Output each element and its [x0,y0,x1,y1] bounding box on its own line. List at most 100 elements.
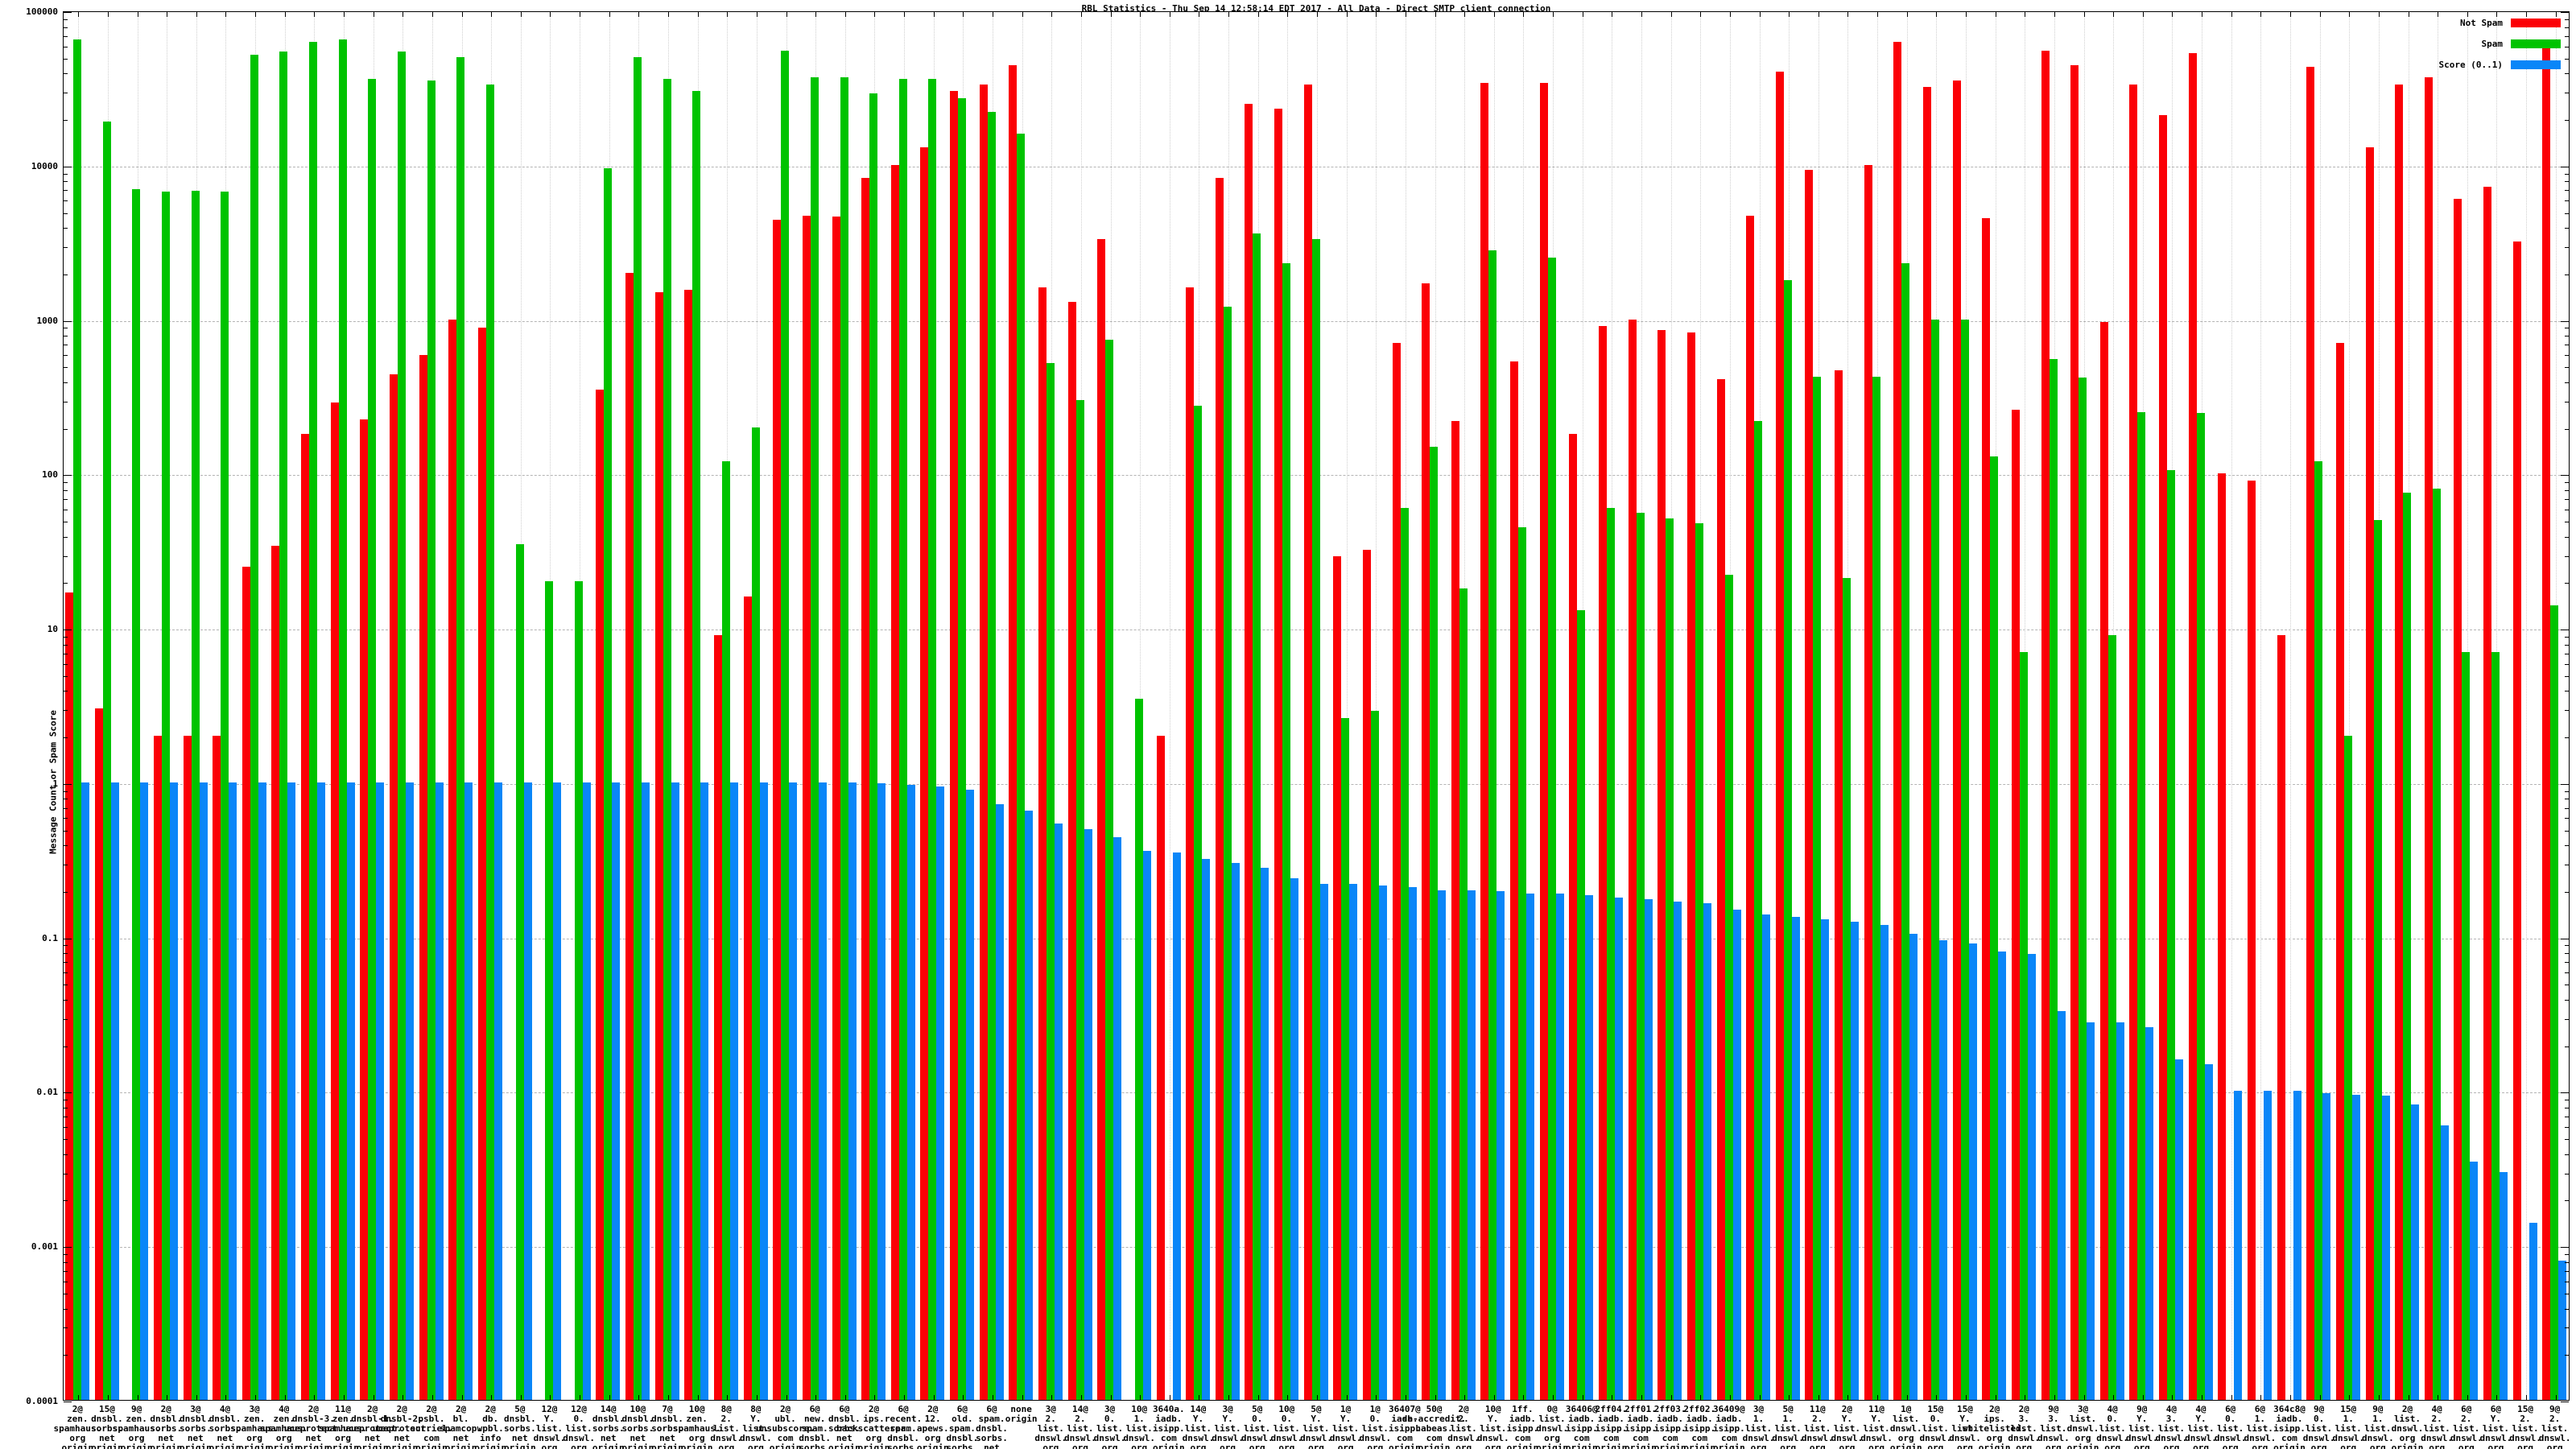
x-tick [284,1395,286,1400]
x-tick [2526,1395,2528,1400]
not-spam-bar [1274,109,1283,1400]
score-bar [1172,852,1181,1400]
spam-bar [1134,698,1143,1400]
legend-item-spam: Spam [2439,39,2561,49]
minor-tick [64,1253,68,1255]
score-bar [1408,886,1417,1400]
minor-tick [64,190,68,192]
x-tick [1257,12,1259,17]
x-tick [2113,12,2115,17]
major-tick [2561,1247,2569,1249]
minor-tick [64,636,68,638]
y-tick-label: 10 [47,624,58,635]
x-tick [815,1395,817,1400]
not-spam-bar [713,634,722,1400]
spam-bar [751,427,760,1400]
x-tick [1523,12,1525,17]
y-tick-label: 1 [52,778,58,789]
x-tick [756,12,758,17]
score-bar [877,782,886,1400]
score-bar [1615,897,1624,1400]
score-bar [1732,909,1741,1400]
minor-tick [64,891,68,893]
major-tick [64,475,72,477]
not-spam-bar [153,736,162,1400]
spam-bar [73,39,81,1400]
score-bar [464,782,473,1400]
score-bar [2411,1104,2420,1400]
not-spam-bar [832,216,840,1400]
x-tick [1818,12,1819,17]
minor-tick [64,173,68,175]
score-bar [376,782,385,1400]
minor-tick [64,536,68,538]
score-bar [1113,837,1122,1400]
not-spam-bar [1657,330,1666,1400]
x-tick [1847,1395,1849,1400]
score-bar [229,782,237,1400]
legend-label-score: Score (0..1) [2438,60,2503,70]
x-tick [2378,1395,2380,1400]
x-tick [1287,1395,1289,1400]
not-spam-bar [2424,76,2433,1400]
minor-tick [2565,19,2569,20]
score-bar [818,782,827,1400]
spam-bar [102,122,111,1400]
minor-tick [2565,1046,2569,1047]
score-bar [1231,863,1240,1400]
x-tick [1346,1395,1348,1400]
x-tick [1228,1395,1230,1400]
x-tick [1317,1395,1318,1400]
x-tick [668,12,670,17]
minor-tick [64,583,68,584]
score-bar [1968,943,1977,1400]
x-tick [638,12,640,17]
spam-bar [1223,307,1232,1400]
score-bar [2145,1026,2154,1400]
x-tick [933,1395,935,1400]
minor-tick [64,644,68,646]
not-spam-bar [743,597,752,1400]
not-spam-bar [2335,343,2344,1400]
x-tick [344,12,345,17]
x-tick [1729,12,1731,17]
spam-bar [2491,651,2500,1400]
spam-bar [2403,493,2412,1400]
x-tick [933,12,935,17]
not-spam-bar [94,708,103,1400]
x-tick [1317,12,1318,17]
minor-tick [64,228,68,229]
score-bar [1555,894,1564,1400]
not-spam-bar [2395,85,2404,1400]
score-bar [1261,867,1269,1400]
x-tick [2496,12,2498,17]
not-spam-bar [1215,178,1224,1400]
x-tick [668,1395,670,1400]
spam-bar [2049,359,2058,1400]
x-tick [284,12,286,17]
score-swatch [2511,60,2561,69]
not-spam-bar [1628,319,1637,1400]
minor-tick [64,247,68,249]
x-tick [1965,12,1967,17]
x-axis-tick-labels: 2@ zen. spamhaus. org origin 15@ dnsbl. s… [54,1405,2571,1449]
not-spam-bar [2248,481,2256,1400]
x-tick [1257,1395,1259,1400]
y-tick-label: 100 [42,469,58,481]
spam-bar [987,112,996,1400]
x-tick [520,12,522,17]
x-tick [2054,12,2055,17]
spam-bar [1724,575,1733,1400]
spam-bar [663,79,671,1400]
x-tick [1877,12,1879,17]
spam-bar [191,190,200,1400]
minor-tick [64,737,68,739]
minor-tick [2565,962,2569,964]
x-tick [1759,1395,1761,1400]
minor-tick [64,1355,68,1356]
x-tick [2349,1395,2351,1400]
minor-tick [64,35,68,37]
major-tick [2561,320,2569,322]
x-tick [1435,12,1436,17]
x-tick [1877,1395,1879,1400]
